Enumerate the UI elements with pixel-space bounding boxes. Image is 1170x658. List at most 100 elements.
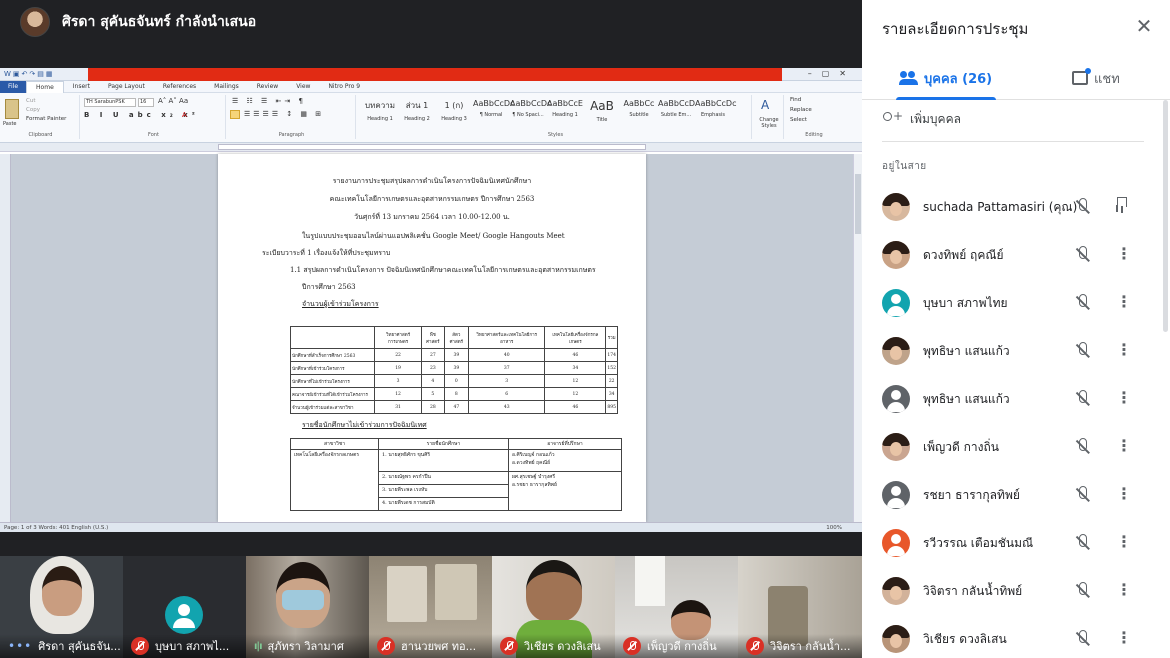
paste-icon[interactable]	[5, 99, 19, 119]
paste-label[interactable]: Paste	[3, 121, 17, 127]
tab-insert[interactable]: Insert	[64, 83, 99, 90]
format-painter-button[interactable]: Format Painter	[26, 116, 66, 122]
find-button[interactable]: Find	[790, 97, 801, 103]
change-styles-button[interactable]: Change Styles	[755, 117, 783, 129]
table-cell: 31	[373, 400, 423, 414]
tab-nitro[interactable]: Nitro Pro 9	[319, 83, 369, 90]
style-option[interactable]: AaBbCcDc Emphasis	[695, 96, 736, 124]
pin-icon[interactable]	[1114, 197, 1130, 215]
participant-tile[interactable]: วิจิตรา กลันน้ำ...	[738, 556, 862, 658]
participant-row[interactable]: บุษบา สภาพไทย ⋮	[862, 279, 1162, 327]
style-name: Subtitle	[629, 112, 649, 118]
style-option[interactable]: 1 (ก) Heading 3	[436, 96, 472, 124]
style-sample: AaBbCcDc	[510, 99, 552, 108]
more-options-icon[interactable]: ⋮	[1116, 435, 1132, 459]
avatar	[882, 625, 910, 653]
more-options-icon[interactable]: •••	[8, 639, 32, 653]
tab-review[interactable]: Review	[248, 83, 287, 90]
more-options-icon[interactable]: ⋮	[1116, 243, 1132, 267]
table-cell: 2. นายณัฐพร ครกำปืน	[378, 471, 509, 485]
document-page: รายงานการประชุมสรุปผลการดำเนินโครงการปัจ…	[218, 154, 646, 522]
participant-row[interactable]: เพ็ญวดี กางถิ่น ⋮	[862, 423, 1162, 471]
select-button[interactable]: Select	[790, 117, 807, 123]
style-option[interactable]: AaBbCcE Heading 1	[547, 96, 583, 124]
font-name-select[interactable]: TH SarabunPSK	[84, 98, 136, 107]
document-area: รายงานการประชุมสรุปผลการดำเนินโครงการปัจ…	[0, 154, 862, 522]
zoom-level[interactable]: 100%	[826, 525, 842, 531]
tab-file[interactable]: File	[0, 80, 27, 93]
participant-row[interactable]: วิเชียร ดวงลิเสน ⋮	[862, 615, 1162, 658]
style-option[interactable]: บทความ Heading 1	[362, 96, 398, 124]
table-cell: 19	[373, 361, 423, 375]
participant-row[interactable]: suchada Pattamasiri (คุณ)	[862, 183, 1162, 231]
style-option[interactable]: AaBbCcDc ¶ Normal	[473, 96, 514, 124]
list-buttons[interactable]: ☰ ☷ ☰ ⇤⇥ ¶	[232, 97, 306, 105]
more-options-icon[interactable]: ⋮	[1116, 339, 1132, 363]
tab-page-layout[interactable]: Page Layout	[99, 83, 154, 90]
word-scrollbar[interactable]	[853, 154, 862, 522]
status-left: Page: 1 of 3 Words: 401 English (U.S.)	[4, 525, 109, 531]
cut-button[interactable]: Cut	[26, 98, 35, 104]
more-options-icon[interactable]: ⋮	[1116, 531, 1132, 555]
more-options-icon[interactable]: ⋮	[1116, 483, 1132, 507]
participant-row[interactable]: รวีวรรณ เตือมชันมณี ⋮	[862, 519, 1162, 567]
style-option[interactable]: AaBbCcDc ¶ No Spaci...	[510, 96, 552, 124]
participant-tile[interactable]: ı|ı สุภัทรา วิลามาศ	[246, 556, 369, 658]
participant-row[interactable]: รชยา ธารากุลทิพย์ ⋮	[862, 471, 1162, 519]
table-cell: 37	[468, 361, 546, 375]
add-person-button[interactable]: เพิ่มบุคคล	[882, 108, 961, 130]
advisor: ผศ.สุรเชษฐ์ บำรุงศรี	[511, 474, 556, 480]
more-options-icon[interactable]: ⋮	[1116, 387, 1132, 411]
grow-shrink-icons[interactable]: A˄ A˅ Aa	[158, 97, 188, 105]
style-name: Title	[596, 117, 608, 123]
align-buttons[interactable]: ☰☰☰☰ ↕ ▦ ⊞	[244, 110, 324, 118]
participant-tile[interactable]: เพ็ญวดี กางถิ่น	[615, 556, 738, 658]
tab-mailings[interactable]: Mailings	[205, 83, 248, 90]
mic-off-icon	[746, 637, 764, 655]
close-icon[interactable]: ✕	[1132, 14, 1156, 38]
table-cell: 12	[544, 374, 607, 388]
panel-scrollbar[interactable]	[1163, 100, 1168, 332]
participant-tile[interactable]: บุษบา สภาพไ...	[123, 556, 246, 658]
tab-people[interactable]: บุคคล (26)	[895, 56, 997, 100]
font-color-icon[interactable]: A	[182, 111, 187, 119]
change-styles-icon[interactable]: A	[761, 98, 769, 112]
doc-heading-4: ในรูปแบบประชุมออนไลน์ผ่านแอปพลิเคชั่น Go…	[302, 232, 565, 240]
presenter-banner: ศิรดา สุคันธจันทร์ กำลังนำเสนอ	[20, 6, 256, 38]
font-size-select[interactable]: 16	[138, 98, 154, 107]
speaking-icon: ı|ı	[254, 640, 262, 652]
tab-references[interactable]: References	[154, 83, 205, 90]
doc-participants-heading: จำนวนผู้เข้าร่วมโครงการ	[302, 300, 379, 308]
table-header: พืชศาสตร์	[421, 326, 445, 349]
copy-button[interactable]: Copy	[26, 107, 40, 113]
replace-button[interactable]: Replace	[790, 107, 812, 113]
absent-students-table: สาขาวิชา รายชื่อนักศึกษา อาจารย์ที่ปรึกษ…	[290, 438, 623, 511]
presenter-avatar	[20, 7, 50, 37]
more-options-icon[interactable]: ⋮	[1116, 627, 1132, 651]
tab-home[interactable]: Home	[26, 80, 64, 93]
tab-chat[interactable]: แชท	[1072, 56, 1120, 100]
align-left-button[interactable]	[230, 110, 240, 119]
clipboard-group: Paste Cut Copy Format Painter Clipboard	[2, 95, 80, 139]
participant-row[interactable]: พุทธิษา แสนแก้ว ⋮	[862, 375, 1162, 423]
table-cell: 3	[373, 374, 423, 388]
participant-row[interactable]: ดวงทิพย์ ฤคณีย์ ⋮	[862, 231, 1162, 279]
participant-tile[interactable]: ฮานวยพศ ทอ...	[369, 556, 492, 658]
participant-tile[interactable]: ••• ศิรดา สุคันธจัน...	[0, 556, 123, 658]
table-row: นักศึกษาที่ไม่เข้าร่วมโครงการ 3 4 0 3 12 22	[290, 374, 618, 388]
more-options-icon[interactable]: ⋮	[1116, 291, 1132, 315]
style-option[interactable]: AaB Title	[584, 96, 620, 124]
tab-view[interactable]: View	[287, 83, 319, 90]
participant-row[interactable]: วิจิตรา กลันน้ำทิพย์ ⋮	[862, 567, 1162, 615]
table-cell: 8	[443, 387, 470, 401]
more-options-icon[interactable]: ⋮	[1116, 579, 1132, 603]
style-name: Heading 1	[367, 116, 393, 122]
table-cell: นักศึกษาที่ไม่เข้าร่วมโครงการ	[290, 374, 375, 388]
style-option[interactable]: AaBbCc Subtitle	[621, 96, 657, 124]
window-controls: –▢✕	[807, 69, 856, 78]
participant-row[interactable]: พุทธิษา แสนแก้ว ⋮	[862, 327, 1162, 375]
style-option[interactable]: AaBbCcD Subtle Em...	[658, 96, 695, 124]
participant-tile[interactable]: วิเชียร ดวงลิเสน	[492, 556, 615, 658]
tab-chat-label: แชท	[1094, 71, 1120, 87]
style-option[interactable]: ส่วน 1 Heading 2	[399, 96, 435, 124]
